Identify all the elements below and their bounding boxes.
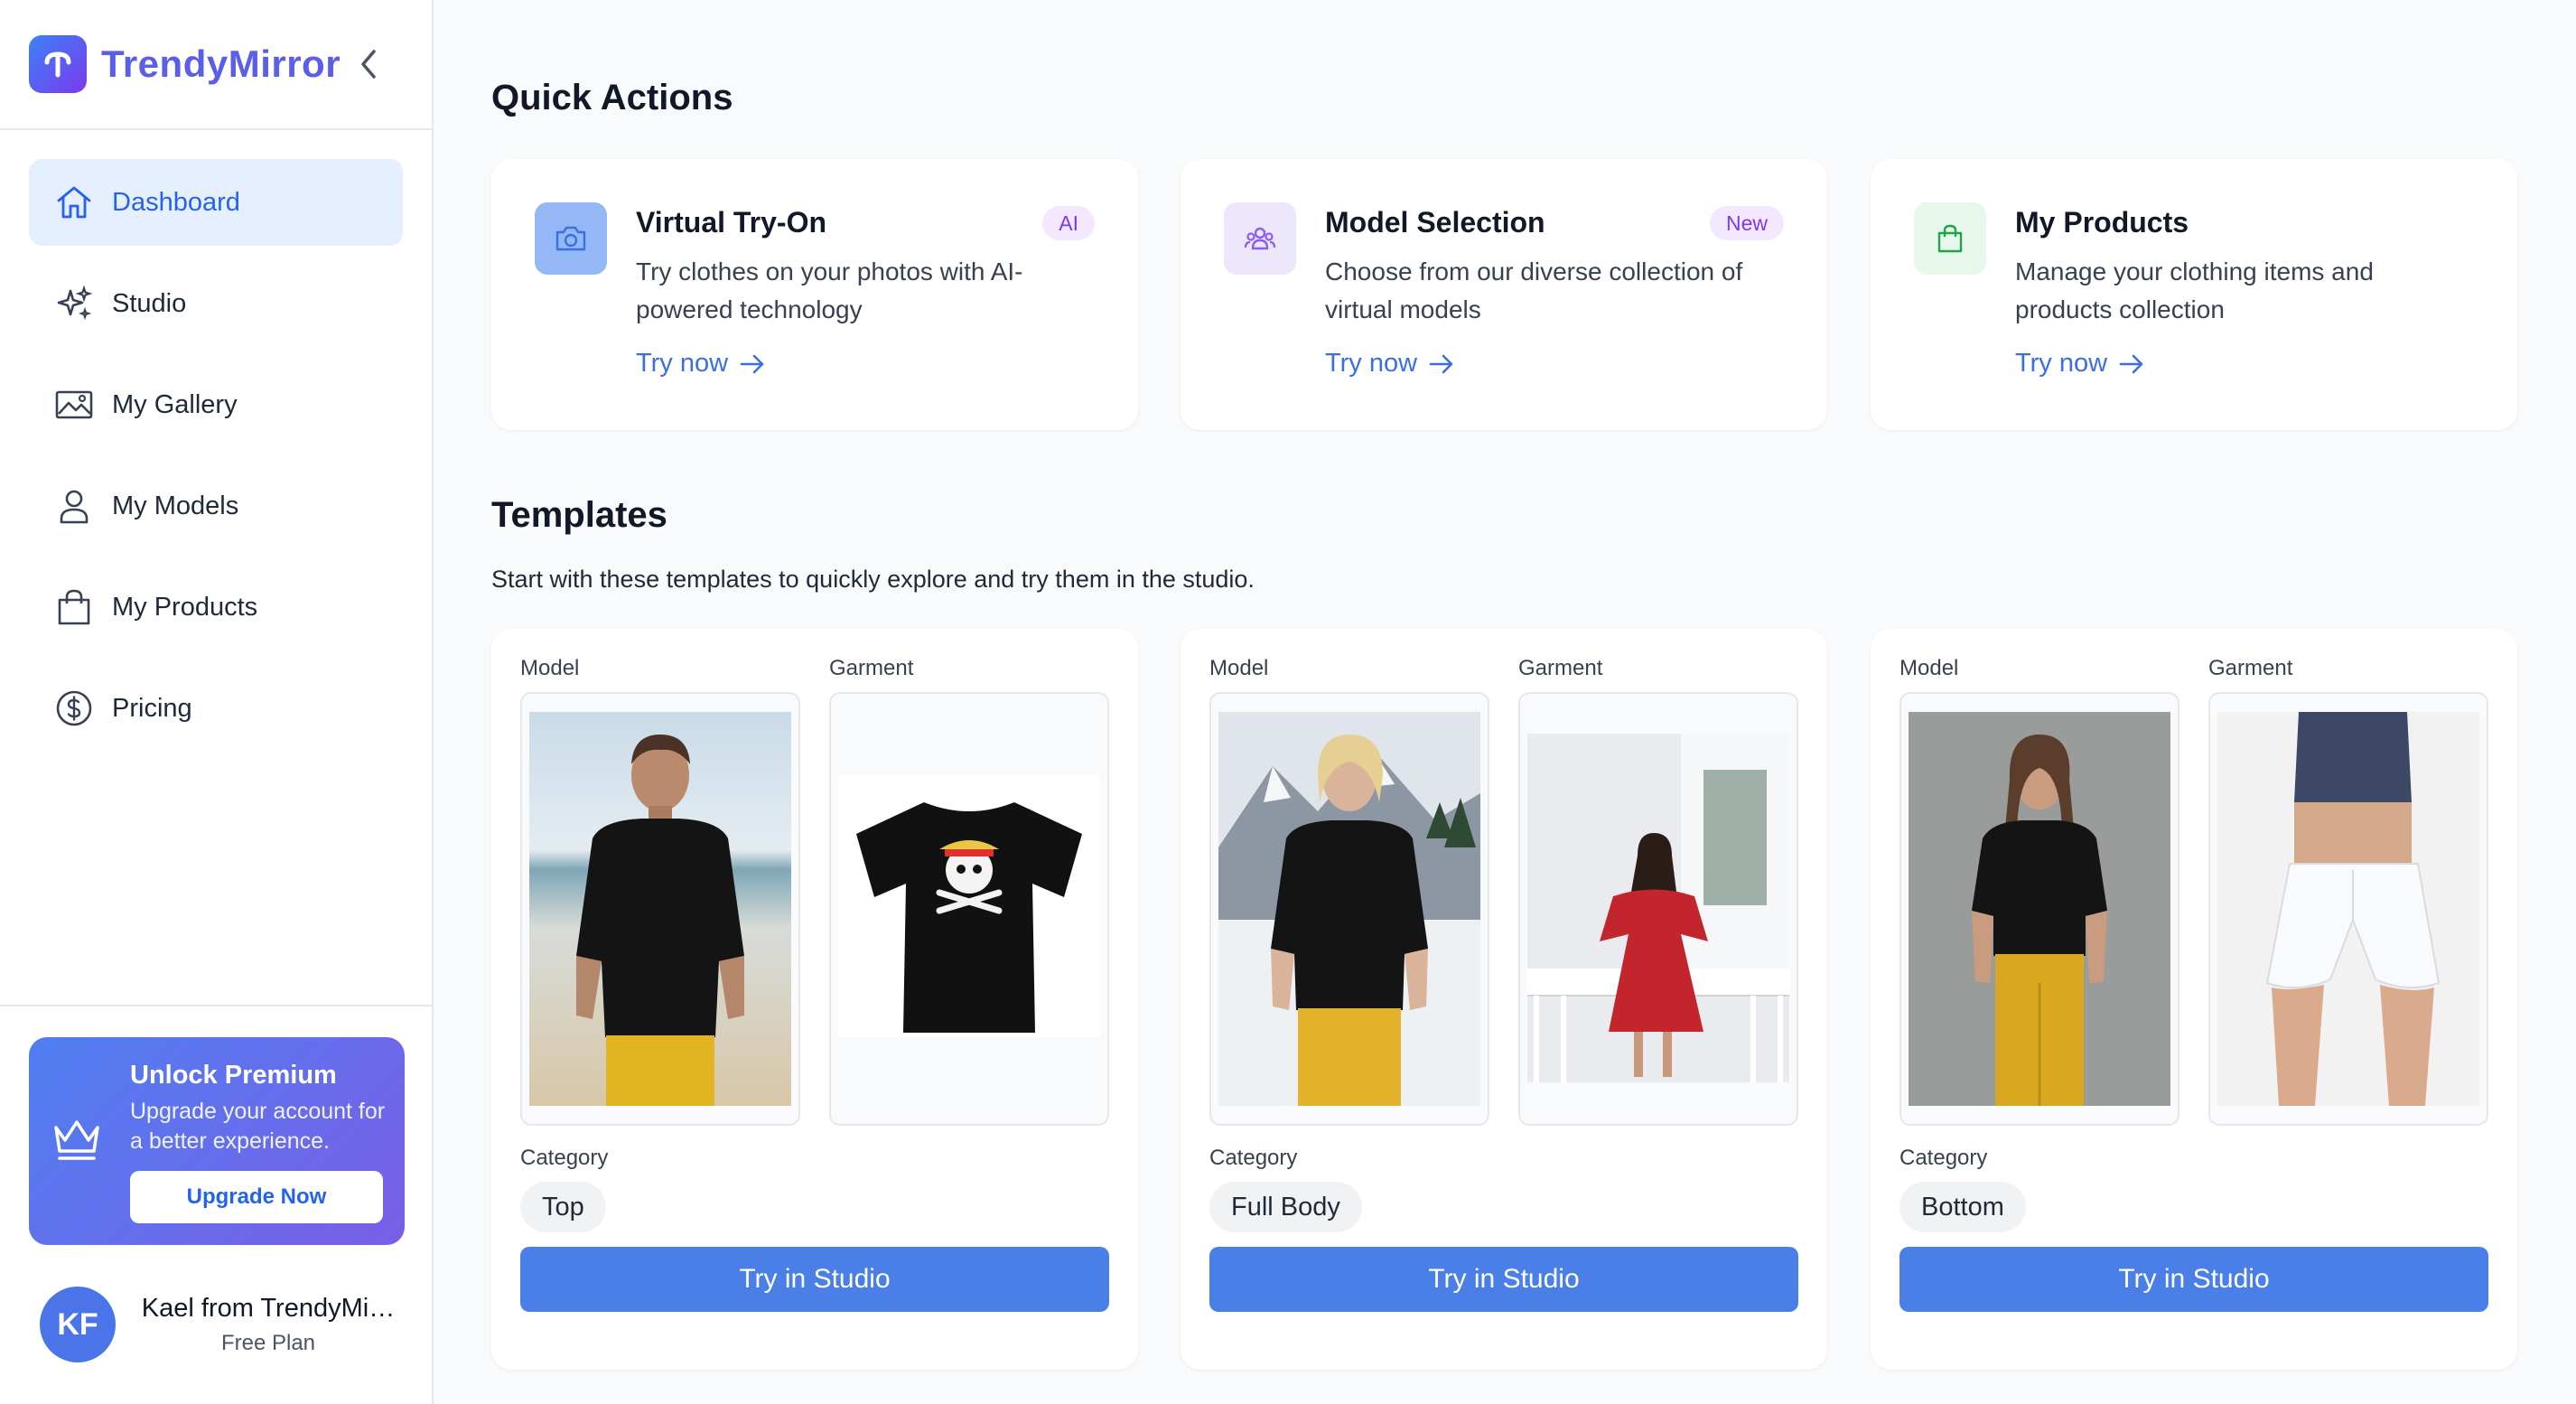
template-card: Model Garment <box>1871 629 2517 1370</box>
category-label: Category <box>1209 1146 1298 1170</box>
try-in-studio-button[interactable]: Try in Studio <box>1899 1247 2488 1312</box>
sidebar: TrendyMirror Dashboard Studio My Gallery… <box>0 0 434 1404</box>
sidebar-item-my-models[interactable]: My Models <box>29 463 403 549</box>
quick-action-description: Try clothes on your photos with AI-power… <box>636 257 1023 323</box>
sidebar-item-pricing[interactable]: Pricing <box>29 665 403 752</box>
sidebar-item-my-gallery[interactable]: My Gallery <box>29 361 403 448</box>
quick-action-card-my-products[interactable]: My Products Manage your clothing items a… <box>1871 159 2517 430</box>
chevron-left-icon <box>361 50 376 79</box>
quick-action-title: My Products <box>2015 206 2189 239</box>
shopping-bag-icon <box>54 587 94 627</box>
arrow-right-icon <box>2119 354 2143 373</box>
quick-actions-title: Quick Actions <box>491 78 733 117</box>
category-chip: Top <box>520 1182 606 1232</box>
templates-title: Templates <box>491 495 667 535</box>
red-dress-garment-photo <box>1527 734 1789 1082</box>
quick-action-card-model-selection[interactable]: Model Selection New Choose from our dive… <box>1181 159 1827 430</box>
try-in-studio-button[interactable]: Try in Studio <box>1209 1247 1798 1312</box>
brand-name: TrendyMirror <box>101 42 341 85</box>
sidebar-item-label: My Products <box>112 592 258 622</box>
studio-model-photo <box>1909 712 2170 1106</box>
camera-icon <box>535 202 607 275</box>
home-icon <box>54 183 94 222</box>
main-content: Quick Actions Virtual Try-On AI Try clot… <box>434 0 2576 1404</box>
avatar: KF <box>40 1287 116 1362</box>
model-label: Model <box>520 656 580 680</box>
model-image[interactable] <box>1899 692 2179 1126</box>
collapse-sidebar-button[interactable] <box>350 46 387 82</box>
sidebar-item-label: Dashboard <box>112 187 240 217</box>
try-now-link[interactable]: Try now <box>2015 349 2145 379</box>
upgrade-now-button[interactable]: Upgrade Now <box>130 1171 383 1223</box>
dollar-circle-icon <box>54 688 94 728</box>
quick-action-card-virtual-try-on[interactable]: Virtual Try-On AI Try clothes on your ph… <box>491 159 1138 430</box>
shopping-bag-icon <box>1914 202 1986 275</box>
model-image[interactable] <box>520 692 800 1126</box>
try-now-label: Try now <box>2015 349 2108 378</box>
garment-label: Garment <box>2208 656 2293 680</box>
sidebar-item-label: Studio <box>112 288 187 318</box>
garment-image[interactable] <box>829 692 1109 1126</box>
category-chip: Bottom <box>1899 1182 2026 1232</box>
new-badge: New <box>1709 206 1784 240</box>
sidebar-nav: Dashboard Studio My Gallery My Models My… <box>0 130 432 752</box>
quick-action-description: Manage your clothing items and products … <box>2015 257 2374 323</box>
template-card: Model Garment <box>491 629 1138 1370</box>
garment-label: Garment <box>1518 656 1603 680</box>
try-now-label: Try now <box>1325 349 1418 378</box>
template-card: Model Garment <box>1181 629 1827 1370</box>
arrow-right-icon <box>740 354 764 373</box>
white-shorts-garment-photo <box>2217 712 2479 1106</box>
snow-model-photo <box>1218 712 1480 1106</box>
quick-action-description: Choose from our diverse collection of vi… <box>1325 257 1743 323</box>
category-label: Category <box>1899 1146 1988 1170</box>
category-label: Category <box>520 1146 609 1170</box>
try-now-label: Try now <box>636 349 729 378</box>
premium-upsell-card: Unlock Premium Upgrade your account for … <box>29 1037 405 1245</box>
sidebar-item-dashboard[interactable]: Dashboard <box>29 159 403 246</box>
try-now-link[interactable]: Try now <box>1325 349 1455 379</box>
sidebar-item-label: Pricing <box>112 693 192 723</box>
garment-label: Garment <box>829 656 914 680</box>
garment-image[interactable] <box>2208 692 2488 1126</box>
sidebar-item-label: My Models <box>112 491 239 520</box>
beach-model-photo <box>529 712 791 1106</box>
arrow-right-icon <box>1429 354 1453 373</box>
app-root: TrendyMirror Dashboard Studio My Gallery… <box>0 0 2576 1404</box>
user-name: Kael from TrendyMi… <box>141 1293 396 1323</box>
premium-description: Upgrade your account for a better experi… <box>130 1099 386 1154</box>
tshirt-garment-photo <box>838 775 1100 1037</box>
user-icon <box>54 486 94 526</box>
quick-action-title: Virtual Try-On <box>636 206 827 239</box>
crown-icon <box>54 1120 99 1160</box>
sidebar-item-studio[interactable]: Studio <box>29 260 403 347</box>
user-info: Kael from TrendyMi… Free Plan <box>137 1294 399 1356</box>
model-image[interactable] <box>1209 692 1489 1126</box>
ai-badge: AI <box>1042 206 1095 240</box>
sidebar-item-label: My Gallery <box>112 389 238 419</box>
user-profile[interactable]: KF Kael from TrendyMi… Free Plan <box>40 1287 399 1362</box>
quick-action-title: Model Selection <box>1325 206 1545 239</box>
try-in-studio-button[interactable]: Try in Studio <box>520 1247 1109 1312</box>
model-label: Model <box>1209 656 1269 680</box>
users-icon <box>1224 202 1296 275</box>
category-chip: Full Body <box>1209 1182 1362 1232</box>
image-icon <box>54 385 94 425</box>
sidebar-item-my-products[interactable]: My Products <box>29 564 403 651</box>
premium-title: Unlock Premium <box>130 1061 337 1090</box>
model-label: Model <box>1899 656 1959 680</box>
trendymirror-logo-icon <box>29 35 87 93</box>
try-now-link[interactable]: Try now <box>636 349 766 379</box>
user-plan: Free Plan <box>220 1330 316 1355</box>
brand-header: TrendyMirror <box>0 0 432 130</box>
garment-image[interactable] <box>1518 692 1798 1126</box>
templates-subtitle: Start with these templates to quickly ex… <box>491 566 1255 593</box>
sidebar-divider <box>0 1005 432 1006</box>
sparkles-icon <box>54 284 94 323</box>
